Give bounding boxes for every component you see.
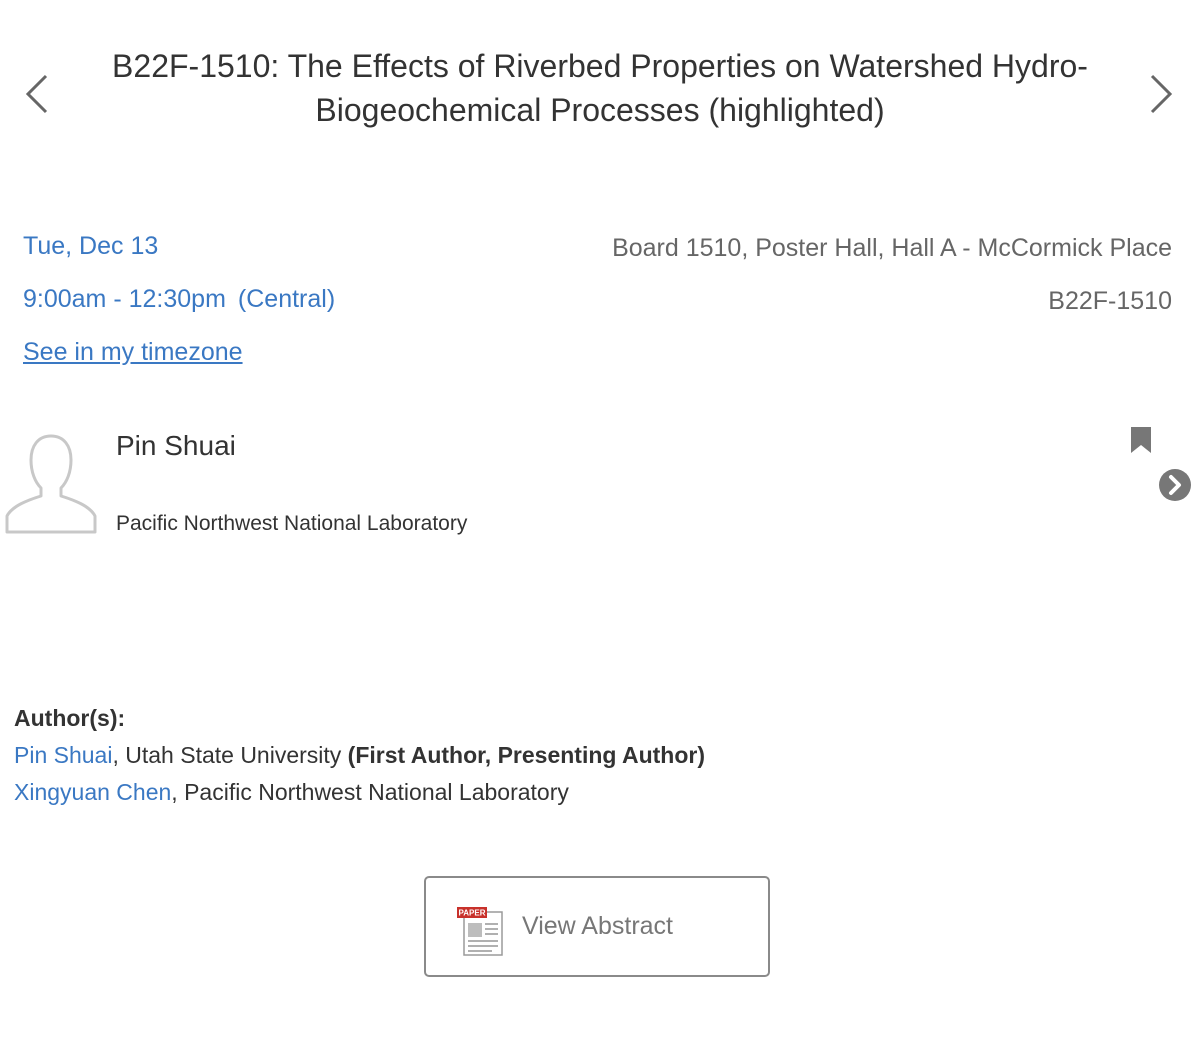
author-name-link[interactable]: Pin Shuai xyxy=(14,742,112,768)
presenter-name: Pin Shuai xyxy=(116,430,236,461)
authors-heading: Author(s): xyxy=(14,705,126,731)
person-silhouette-icon xyxy=(5,434,97,534)
view-abstract-label: View Abstract xyxy=(522,912,674,940)
chevron-circle-right-icon[interactable] xyxy=(1158,468,1192,502)
author-row: Pin Shuai, Utah State University (First … xyxy=(14,737,705,774)
session-date: Tue, Dec 13 xyxy=(23,232,159,260)
chevron-left-icon xyxy=(25,74,48,114)
previous-session-button[interactable] xyxy=(18,70,58,118)
paper-document-icon: PAPER xyxy=(457,907,503,956)
author-affiliation: , Pacific Northwest National Laboratory xyxy=(171,779,569,805)
session-time: 9:00am - 12:30pm (Central) xyxy=(23,279,335,332)
see-in-my-timezone-link[interactable]: See in my timezone xyxy=(23,338,243,366)
session-location-block: Board 1510, Poster Hall, Hall A - McCorm… xyxy=(612,226,1172,323)
session-time-range: 9:00am - 12:30pm xyxy=(23,285,226,313)
author-row: Xingyuan Chen, Pacific Northwest Nationa… xyxy=(14,774,705,811)
authors-section: Author(s): Pin Shuai, Utah State Univers… xyxy=(14,700,705,811)
view-abstract-button[interactable]: PAPER View Abstract xyxy=(424,876,770,977)
session-location: Board 1510, Poster Hall, Hall A - McCorm… xyxy=(612,234,1172,262)
author-affiliation: , Utah State University xyxy=(112,742,348,768)
bookmark-icon[interactable] xyxy=(1130,426,1152,454)
session-code: B22F-1510 xyxy=(1048,287,1172,315)
session-schedule: Tue, Dec 13 9:00am - 12:30pm (Central) Se… xyxy=(23,226,335,385)
author-name-link[interactable]: Xingyuan Chen xyxy=(14,779,171,805)
session-title: B22F-1510: The Effects of Riverbed Prope… xyxy=(112,48,1088,128)
author-role: (First Author, Presenting Author) xyxy=(347,742,706,768)
next-session-button[interactable] xyxy=(1140,70,1180,118)
presenter-institution: Pacific Northwest National Laboratory xyxy=(116,512,468,535)
session-timezone: (Central) xyxy=(237,285,336,313)
paper-icon-label: PAPER xyxy=(459,909,486,918)
chevron-right-icon xyxy=(1150,74,1173,114)
